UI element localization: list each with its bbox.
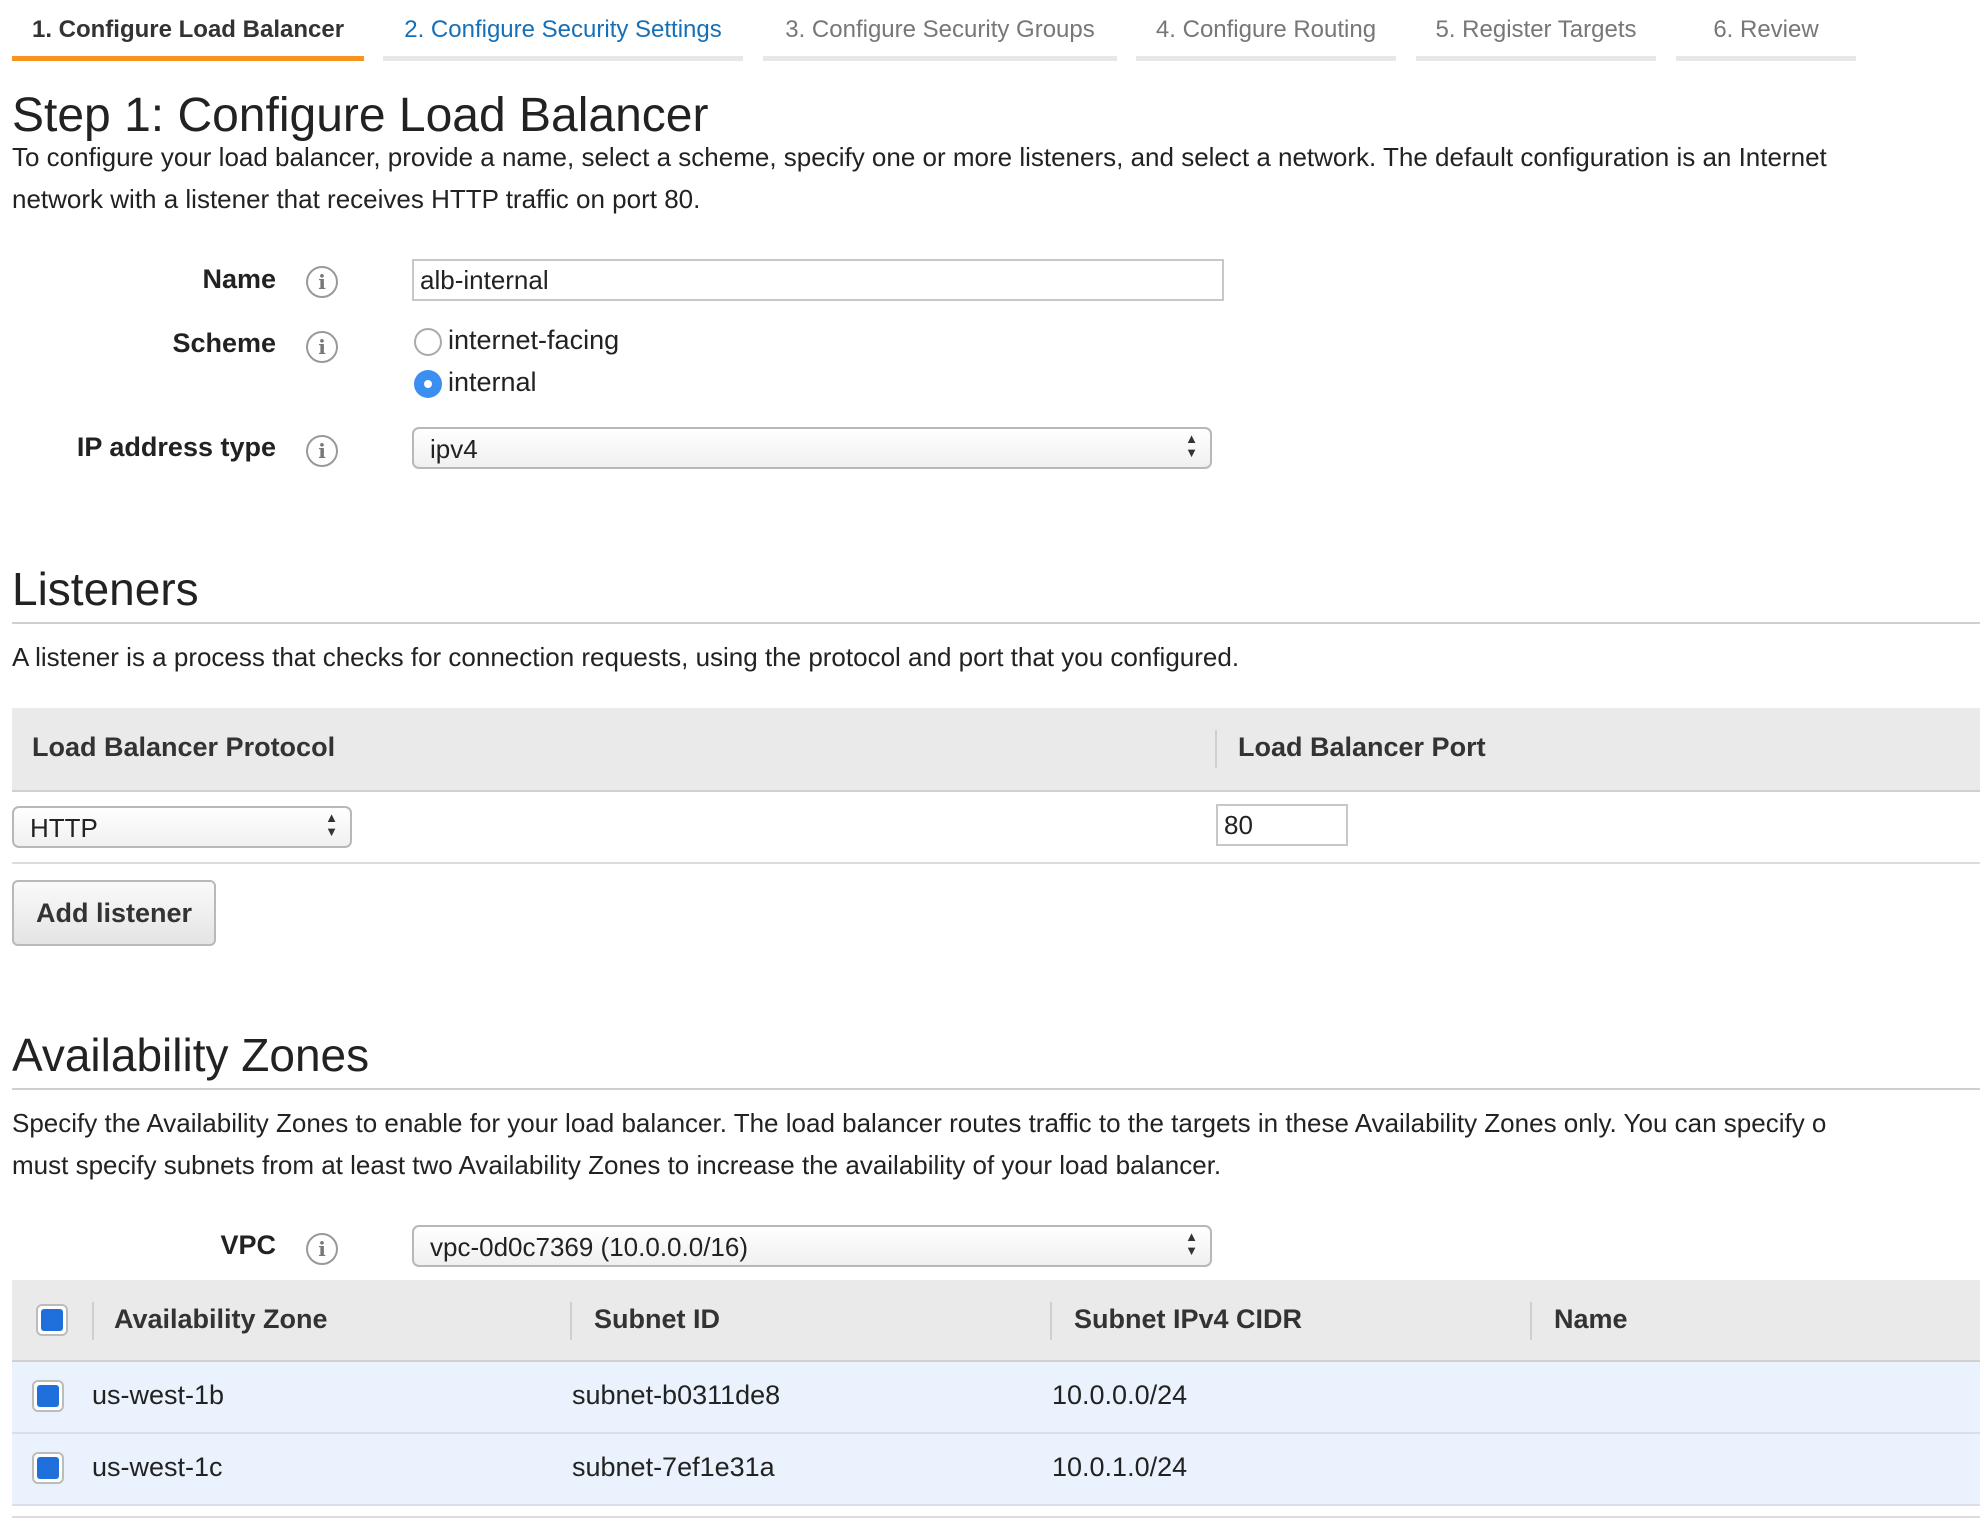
vpc-select[interactable]: vpc-0d0c7369 (10.0.0.0/16) ▲ ▼ xyxy=(412,1225,1212,1267)
subnet-id-cell: subnet-7ef1e31a xyxy=(572,1452,775,1482)
tab-review[interactable]: 6. Review xyxy=(1676,0,1856,61)
tab-configure-security-groups[interactable]: 3. Configure Security Groups xyxy=(763,0,1117,61)
name-input[interactable] xyxy=(412,259,1224,301)
divider xyxy=(12,622,1980,624)
listener-port-input[interactable] xyxy=(1216,804,1348,846)
vpc-label: VPC xyxy=(220,1230,276,1260)
tab-configure-security-settings[interactable]: 2. Configure Security Settings xyxy=(383,0,743,61)
column-separator xyxy=(1215,730,1217,768)
tab-indicator xyxy=(383,56,743,61)
row-checkbox[interactable] xyxy=(32,1380,64,1412)
updown-arrows-icon: ▲ ▼ xyxy=(325,810,338,839)
row-checkbox[interactable] xyxy=(32,1452,64,1484)
column-header-subnet-cidr: Subnet IPv4 CIDR xyxy=(1074,1304,1303,1334)
listener-protocol-select[interactable]: HTTP ▲ ▼ xyxy=(12,806,352,848)
select-value: vpc-0d0c7369 (10.0.0.0/16) xyxy=(430,1232,748,1262)
radio-selected[interactable] xyxy=(414,370,442,398)
tab-label: 1. Configure Load Balancer xyxy=(31,16,345,43)
availability-zone-cell: us-west-1c xyxy=(92,1452,223,1482)
tab-label: 4. Configure Routing xyxy=(1155,16,1377,43)
column-separator xyxy=(92,1302,94,1340)
select-value: HTTP xyxy=(30,813,98,843)
column-header-port: Load Balancer Port xyxy=(1238,732,1486,762)
listeners-title: Listeners xyxy=(12,563,199,615)
tab-label: 5. Register Targets xyxy=(1435,16,1637,43)
row-divider xyxy=(12,862,1980,864)
tab-indicator xyxy=(12,56,364,61)
tab-label: 3. Configure Security Groups xyxy=(785,16,1095,43)
subnet-id-cell: subnet-b0311de8 xyxy=(572,1380,781,1410)
tab-configure-load-balancer[interactable]: 1. Configure Load Balancer xyxy=(12,0,364,61)
select-value: ipv4 xyxy=(430,434,478,464)
listeners-table-header: Load Balancer Protocol Load Balancer Por… xyxy=(12,708,1980,792)
select-all-checkbox[interactable] xyxy=(36,1304,68,1336)
radio-label: internet-facing xyxy=(448,325,620,355)
tab-configure-routing[interactable]: 4. Configure Routing xyxy=(1136,0,1396,61)
info-icon[interactable]: i xyxy=(306,1233,338,1265)
name-label: Name xyxy=(202,264,276,294)
page-title: Step 1: Configure Load Balancer xyxy=(12,89,709,142)
row-divider xyxy=(12,1516,1980,1518)
info-icon[interactable]: i xyxy=(306,266,338,298)
tab-indicator xyxy=(1136,56,1396,61)
radio-unselected[interactable] xyxy=(414,328,442,356)
intro-text-line1: To configure your load balancer, provide… xyxy=(12,142,1827,172)
tab-indicator xyxy=(1416,56,1656,61)
tab-indicator xyxy=(763,56,1117,61)
divider xyxy=(12,1088,1980,1090)
scheme-label: Scheme xyxy=(172,328,276,358)
table-row[interactable]: us-west-1c subnet-7ef1e31a 10.0.1.0/24 xyxy=(12,1434,1980,1506)
availability-zone-cell: us-west-1b xyxy=(92,1380,225,1410)
updown-arrows-icon: ▲ ▼ xyxy=(1185,1229,1198,1258)
radio-label: internal xyxy=(448,367,537,397)
intro-text-line2: network with a listener that receives HT… xyxy=(12,184,701,214)
tab-label: 2. Configure Security Settings xyxy=(404,16,722,43)
column-header-availability-zone: Availability Zone xyxy=(114,1304,328,1334)
info-icon[interactable]: i xyxy=(306,435,338,467)
ip-address-type-select[interactable]: ipv4 ▲ ▼ xyxy=(412,427,1212,469)
column-separator xyxy=(1050,1302,1052,1340)
tab-indicator xyxy=(1676,56,1856,61)
listeners-description: A listener is a process that checks for … xyxy=(12,642,1240,672)
column-separator xyxy=(1530,1302,1532,1340)
subnet-cidr-cell: 10.0.0.0/24 xyxy=(1052,1380,1188,1410)
column-header-protocol: Load Balancer Protocol xyxy=(32,732,336,762)
table-row[interactable]: us-west-1b subnet-b0311de8 10.0.0.0/24 xyxy=(12,1362,1980,1434)
tab-label: 6. Review xyxy=(1713,16,1819,43)
availability-zones-title: Availability Zones xyxy=(12,1029,370,1081)
tab-register-targets[interactable]: 5. Register Targets xyxy=(1416,0,1656,61)
subnet-cidr-cell: 10.0.1.0/24 xyxy=(1052,1452,1188,1482)
column-header-name: Name xyxy=(1554,1304,1628,1334)
subnets-table-header: Availability Zone Subnet ID Subnet IPv4 … xyxy=(12,1280,1980,1362)
availability-description-line1: Specify the Availability Zones to enable… xyxy=(12,1108,1827,1138)
column-header-subnet-id: Subnet ID xyxy=(594,1304,720,1334)
column-separator xyxy=(570,1302,572,1340)
availability-description-line2: must specify subnets from at least two A… xyxy=(12,1150,1222,1180)
ip-address-type-label: IP address type xyxy=(76,432,276,462)
info-icon[interactable]: i xyxy=(306,331,338,363)
add-listener-button[interactable]: Add listener xyxy=(12,880,216,946)
updown-arrows-icon: ▲ ▼ xyxy=(1185,431,1198,460)
